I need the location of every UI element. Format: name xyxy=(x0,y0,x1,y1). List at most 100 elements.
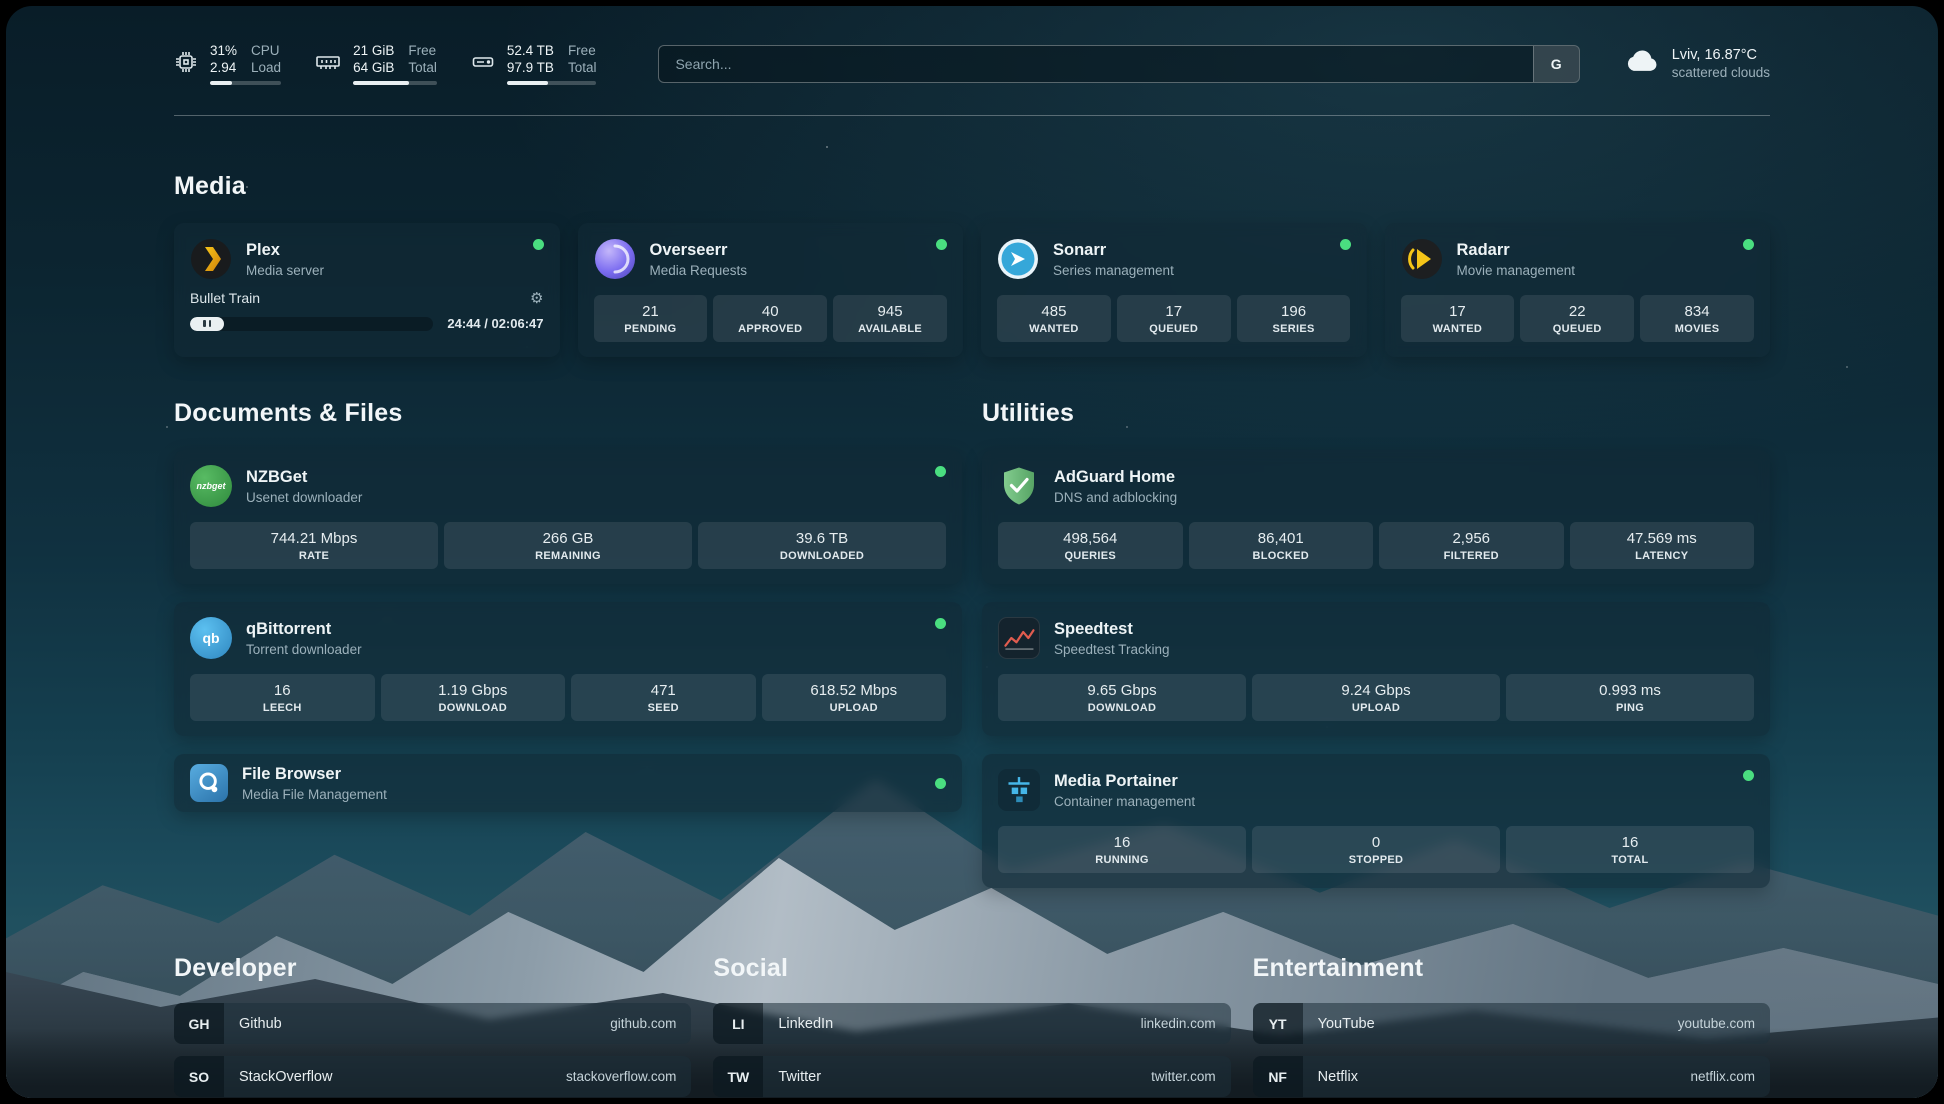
cpu-widget: 31% CPU 2.94 Load xyxy=(174,42,281,85)
bookmark-abbr: TW xyxy=(713,1056,763,1097)
bookmark-linkedin[interactable]: LI LinkedIn linkedin.com xyxy=(713,1003,1230,1044)
search-bar: G xyxy=(658,45,1579,83)
bookmark-name: LinkedIn xyxy=(778,1016,833,1032)
service-description: DNS and adblocking xyxy=(1054,490,1177,505)
memory-free-value: 21 GiB xyxy=(353,42,394,59)
status-dot xyxy=(1340,239,1351,250)
disk-free-label: Free xyxy=(568,42,597,59)
speedtest-icon xyxy=(998,617,1040,659)
service-card-overseerr[interactable]: Overseerr Media Requests 21 PENDING 40 A… xyxy=(578,223,964,357)
service-name: Media Portainer xyxy=(1054,772,1195,791)
stat-download: 9.65 Gbps DOWNLOAD xyxy=(998,674,1246,721)
service-name: AdGuard Home xyxy=(1054,468,1177,487)
cpu-progress-bar xyxy=(210,81,281,85)
service-card-qbittorrent[interactable]: qb qBittorrent Torrent downloader 16 LEE… xyxy=(174,602,962,736)
cpu-load-value: 2.94 xyxy=(210,59,237,76)
stat-upload: 9.24 Gbps UPLOAD xyxy=(1252,674,1500,721)
stat-download: 1.19 Gbps DOWNLOAD xyxy=(381,674,566,721)
adguard-icon xyxy=(998,465,1040,507)
service-description: Media Requests xyxy=(650,263,748,278)
service-name: Sonarr xyxy=(1053,241,1174,260)
memory-progress-bar xyxy=(353,81,437,85)
status-dot xyxy=(936,239,947,250)
bookmark-abbr: NF xyxy=(1253,1056,1303,1097)
overseerr-icon xyxy=(594,238,636,280)
cpu-load-label: Load xyxy=(251,59,281,76)
stat-series: 196 SERIES xyxy=(1237,295,1351,342)
service-name: File Browser xyxy=(242,765,387,784)
section-title-media: Media xyxy=(174,172,1770,201)
bookmark-name: Twitter xyxy=(778,1069,821,1085)
disk-total-value: 97.9 TB xyxy=(507,59,554,76)
playback-progress-fill xyxy=(190,317,224,331)
bookmark-url: github.com xyxy=(610,1016,676,1031)
playback-progress-bar[interactable] xyxy=(190,317,433,331)
bookmark-abbr: YT xyxy=(1253,1003,1303,1044)
radarr-icon xyxy=(1401,238,1443,280)
bookmark-stackoverflow[interactable]: SO StackOverflow stackoverflow.com xyxy=(174,1056,691,1097)
service-name: Plex xyxy=(246,241,324,260)
nzbget-icon: nzbget xyxy=(190,465,232,507)
stat-remaining: 266 GB REMAINING xyxy=(444,522,692,569)
stat-wanted: 17 WANTED xyxy=(1401,295,1515,342)
service-card-filebrowser[interactable]: File Browser Media File Management xyxy=(174,754,962,812)
weather-condition: scattered clouds xyxy=(1672,65,1770,80)
service-description: Series management xyxy=(1053,263,1174,278)
disk-widget: 52.4 TB Free 97.9 TB Total xyxy=(471,42,597,85)
stat-ping: 0.993 ms PING xyxy=(1506,674,1754,721)
disk-free-value: 52.4 TB xyxy=(507,42,554,59)
bookmark-youtube[interactable]: YT YouTube youtube.com xyxy=(1253,1003,1770,1044)
search-engine-button[interactable]: G xyxy=(1533,46,1579,82)
stat-rate: 744.21 Mbps RATE xyxy=(190,522,438,569)
gear-icon[interactable]: ⚙ xyxy=(530,289,543,307)
service-description: Media server xyxy=(246,263,324,278)
bookmark-abbr: LI xyxy=(713,1003,763,1044)
stat-stopped: 0 STOPPED xyxy=(1252,826,1500,873)
bookmark-github[interactable]: GH Github github.com xyxy=(174,1003,691,1044)
bookmark-url: stackoverflow.com xyxy=(566,1069,676,1084)
section-utilities: Utilities AdGuard xyxy=(982,399,1770,888)
bookmark-name: Netflix xyxy=(1318,1069,1358,1085)
pause-icon xyxy=(209,320,212,327)
disk-progress-fill xyxy=(507,81,548,85)
bookmark-twitter[interactable]: TW Twitter twitter.com xyxy=(713,1056,1230,1097)
service-card-portainer[interactable]: Media Portainer Container management 16 … xyxy=(982,754,1770,888)
bookmark-netflix[interactable]: NF Netflix netflix.com xyxy=(1253,1056,1770,1097)
service-description: Media File Management xyxy=(242,787,387,802)
service-card-speedtest[interactable]: Speedtest Speedtest Tracking 9.65 Gbps D… xyxy=(982,602,1770,736)
bookmark-url: linkedin.com xyxy=(1141,1016,1216,1031)
stat-seed: 471 SEED xyxy=(571,674,756,721)
status-dot xyxy=(935,618,946,629)
portainer-icon xyxy=(998,769,1040,811)
service-card-nzbget[interactable]: nzbget NZBGet Usenet downloader 744.21 M… xyxy=(174,450,962,584)
stat-available: 945 AVAILABLE xyxy=(833,295,947,342)
section-title-developer: Developer xyxy=(174,954,691,983)
now-playing-title: Bullet Train xyxy=(190,290,260,306)
stat-queries: 498,564 QUERIES xyxy=(998,522,1183,569)
stat-blocked: 86,401 BLOCKED xyxy=(1189,522,1374,569)
stat-upload: 618.52 Mbps UPLOAD xyxy=(762,674,947,721)
bookmark-url: youtube.com xyxy=(1678,1016,1755,1031)
status-dot xyxy=(935,778,946,789)
service-card-sonarr[interactable]: Sonarr Series management 485 WANTED 17 Q… xyxy=(981,223,1367,357)
disk-icon xyxy=(471,50,495,74)
service-card-adguard[interactable]: AdGuard Home DNS and adblocking 498,564 … xyxy=(982,450,1770,584)
section-title-entertainment: Entertainment xyxy=(1253,954,1770,983)
status-dot xyxy=(1743,770,1754,781)
stat-leech: 16 LEECH xyxy=(190,674,375,721)
bookmark-url: twitter.com xyxy=(1151,1069,1216,1084)
service-name: NZBGet xyxy=(246,468,362,487)
disk-progress-bar xyxy=(507,81,597,85)
bookmarks-developer: Developer GH Github github.com SO StackO… xyxy=(174,954,691,1098)
service-card-radarr[interactable]: Radarr Movie management 17 WANTED 22 QUE… xyxy=(1385,223,1771,357)
search-input[interactable] xyxy=(659,46,1532,82)
section-title-utilities: Utilities xyxy=(982,399,1770,428)
cpu-icon xyxy=(174,50,198,74)
memory-widget: 21 GiB Free 64 GiB Total xyxy=(315,42,437,85)
sonarr-icon xyxy=(997,238,1039,280)
status-dot xyxy=(1743,239,1754,250)
stat-total: 16 TOTAL xyxy=(1506,826,1754,873)
section-media: Media Plex xyxy=(174,172,1770,357)
service-card-plex[interactable]: Plex Media server Bullet Train ⚙ xyxy=(174,223,560,357)
section-title-documents: Documents & Files xyxy=(174,399,962,428)
